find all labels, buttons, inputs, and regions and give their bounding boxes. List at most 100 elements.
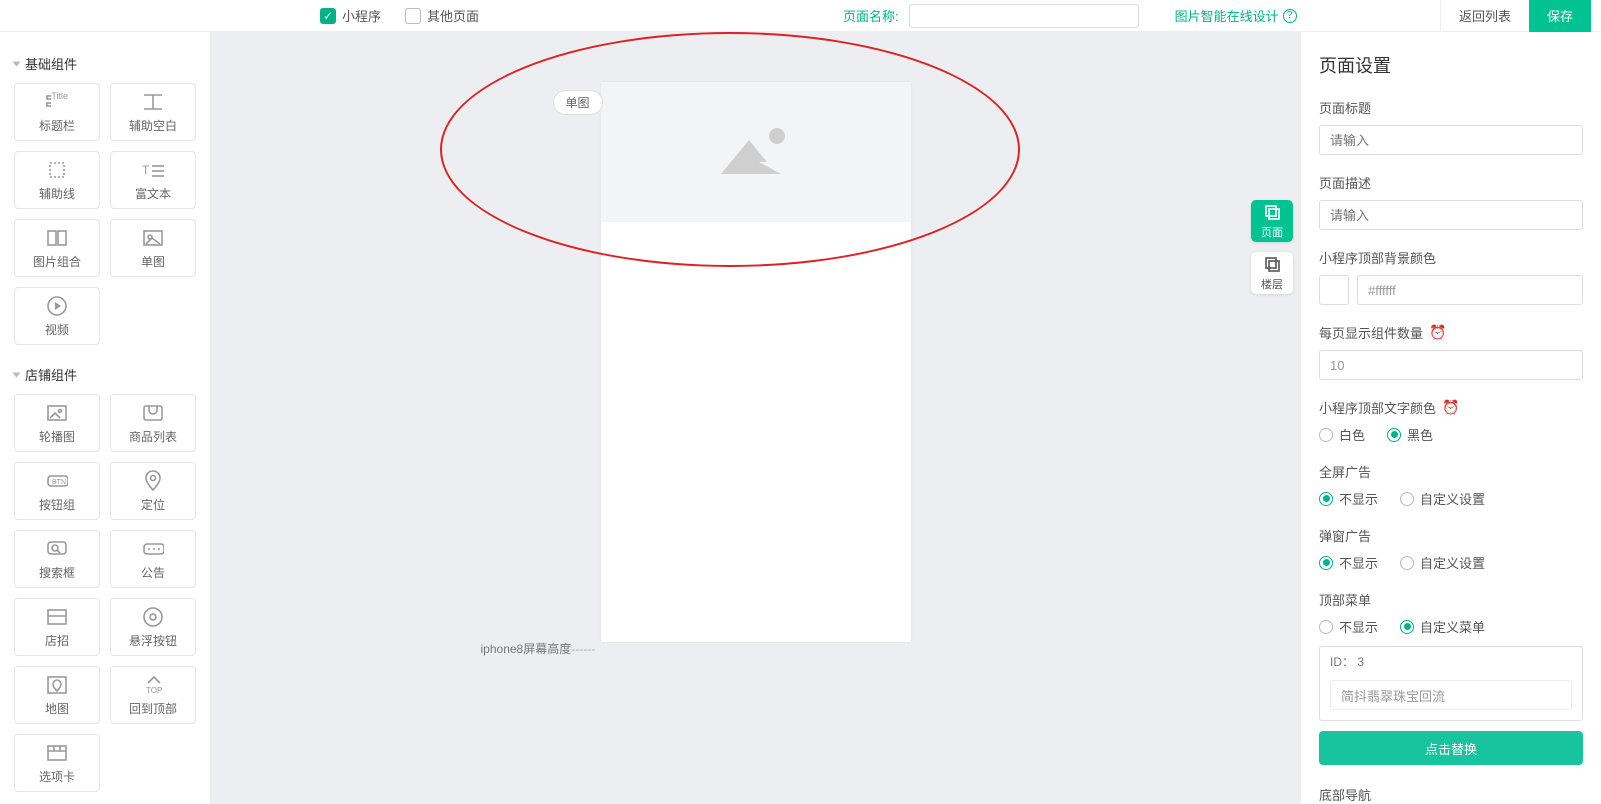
text-color-option-1[interactable]: 黑色	[1387, 425, 1433, 444]
tile-label: 公告	[141, 564, 165, 581]
map-icon	[46, 674, 68, 696]
checkbox-icon	[405, 8, 421, 24]
popad-option-1[interactable]: 自定义设置	[1400, 553, 1485, 572]
video-icon	[46, 295, 68, 317]
image-block[interactable]	[601, 82, 911, 222]
tile-label: 选项卡	[39, 768, 75, 785]
field-popup-ad: 弹窗广告 不显示自定义设置	[1319, 526, 1583, 572]
radio-icon	[1400, 556, 1414, 570]
color-swatch[interactable]	[1319, 275, 1349, 305]
tile-label: 回到顶部	[129, 700, 177, 717]
back-button[interactable]: 返回列表	[1440, 0, 1529, 32]
iphone8-height-label: iphone8屏幕高度------	[481, 640, 596, 657]
tile-label: 悬浮按钮	[129, 632, 177, 649]
layers-icon	[1263, 203, 1281, 224]
top-bar: ✓ 小程序 其他页面 页面名称: 图片智能在线设计 ? 返回列表 保存	[0, 0, 1601, 32]
tile-button-group[interactable]: BTN按钮组	[14, 462, 100, 520]
tile-float-btn[interactable]: 悬浮按钮	[110, 598, 196, 656]
field-page-desc: 页面描述	[1319, 173, 1583, 230]
topmenu-option-0[interactable]: 不显示	[1319, 617, 1378, 636]
shopfront-icon	[46, 606, 68, 628]
radio-icon	[1400, 492, 1414, 506]
svg-text:TOP: TOP	[146, 686, 162, 695]
tile-map[interactable]: 地图	[14, 666, 100, 724]
tile-label: 视频	[45, 321, 69, 338]
top-menu-id-box: ID： 3	[1319, 646, 1583, 721]
field-page-title: 页面标题	[1319, 98, 1583, 155]
float-btn-icon	[142, 606, 164, 628]
tile-location[interactable]: 定位	[110, 462, 196, 520]
footer-nav-label: 底部导航	[1319, 785, 1583, 804]
radio-icon	[1319, 492, 1333, 506]
radio-icon	[1387, 428, 1401, 442]
input-per-page-count[interactable]	[1319, 350, 1583, 380]
warn-icon: ⏰	[1429, 324, 1446, 341]
input-page-title[interactable]	[1319, 125, 1583, 155]
carousel-icon	[46, 402, 68, 424]
input-top-bg-color[interactable]	[1357, 275, 1583, 305]
popad-option-0[interactable]: 不显示	[1319, 553, 1378, 572]
caret-icon	[13, 372, 21, 377]
tile-label: 图片组合	[33, 253, 81, 270]
field-per-page-count: 每页显示组件数量 ⏰	[1319, 323, 1583, 380]
text-color-option-0[interactable]: 白色	[1319, 425, 1365, 444]
block-tag: 单图	[553, 90, 603, 115]
tile-gallery[interactable]: 图片组合	[14, 219, 100, 277]
tile-label: 店招	[45, 632, 69, 649]
side-tabs: 页面楼层	[1251, 200, 1293, 294]
tile-notice[interactable]: 公告	[110, 530, 196, 588]
group-header[interactable]: 基础组件	[14, 54, 196, 73]
tile-tabs[interactable]: 选项卡	[14, 734, 100, 792]
design-link-text: 图片智能在线设计	[1175, 6, 1279, 25]
location-icon	[142, 470, 164, 492]
tile-guide[interactable]: 辅助线	[14, 151, 100, 209]
design-link[interactable]: 图片智能在线设计 ?	[1175, 6, 1297, 25]
tile-richtext[interactable]: T富文本	[110, 151, 196, 209]
tile-label: 搜索框	[39, 564, 75, 581]
page-name-label: 页面名称:	[843, 6, 899, 25]
check-miniprogram[interactable]: ✓ 小程序	[320, 6, 381, 25]
guide-icon	[46, 159, 68, 181]
replace-button[interactable]: 点击替换	[1319, 731, 1583, 765]
radio-icon	[1319, 620, 1333, 634]
tile-search[interactable]: 搜索框	[14, 530, 100, 588]
product-list-icon	[142, 402, 164, 424]
topmenu-option-1[interactable]: 自定义菜单	[1400, 617, 1485, 636]
tile-label: 商品列表	[129, 428, 177, 445]
image-icon	[142, 227, 164, 249]
group-header[interactable]: 店铺组件	[14, 365, 196, 384]
phone-preview[interactable]: 单图 iphone8屏幕高度------	[601, 82, 911, 642]
richtext-icon: T	[142, 159, 164, 181]
fullad-option-0[interactable]: 不显示	[1319, 489, 1378, 508]
question-icon: ?	[1283, 9, 1297, 23]
checkbox-icon: ✓	[320, 8, 336, 24]
check-label: 小程序	[342, 6, 381, 25]
tile-shopfront[interactable]: 店招	[14, 598, 100, 656]
tile-carousel[interactable]: 轮播图	[14, 394, 100, 452]
title-icon: Title	[46, 91, 68, 113]
tile-image[interactable]: 单图	[110, 219, 196, 277]
input-page-desc[interactable]	[1319, 200, 1583, 230]
fullad-option-1[interactable]: 自定义设置	[1400, 489, 1485, 508]
tile-video[interactable]: 视频	[14, 287, 100, 345]
input-top-menu-name[interactable]	[1330, 680, 1572, 710]
caret-icon	[13, 61, 21, 66]
tile-product-list[interactable]: 商品列表	[110, 394, 196, 452]
tile-label: 定位	[141, 496, 165, 513]
layers-icon	[1263, 255, 1281, 276]
panel-title: 页面设置	[1319, 52, 1583, 78]
back-top-icon: TOP	[142, 674, 164, 696]
tile-spacer[interactable]: 辅助空白	[110, 83, 196, 141]
field-top-bg-color: 小程序顶部背景颜色	[1319, 248, 1583, 305]
check-label: 其他页面	[427, 6, 479, 25]
save-button[interactable]: 保存	[1529, 0, 1591, 32]
tile-title[interactable]: Title标题栏	[14, 83, 100, 141]
check-other-page[interactable]: 其他页面	[405, 6, 479, 25]
button-group-icon: BTN	[46, 470, 68, 492]
tile-back-top[interactable]: TOP 回到顶部	[110, 666, 196, 724]
tile-label: 地图	[45, 700, 69, 717]
side-tab-page[interactable]: 页面	[1251, 200, 1293, 242]
page-name-input[interactable]	[909, 4, 1139, 28]
topmenu-id-value: 3	[1357, 655, 1364, 669]
side-tab-layers[interactable]: 楼层	[1251, 252, 1293, 294]
